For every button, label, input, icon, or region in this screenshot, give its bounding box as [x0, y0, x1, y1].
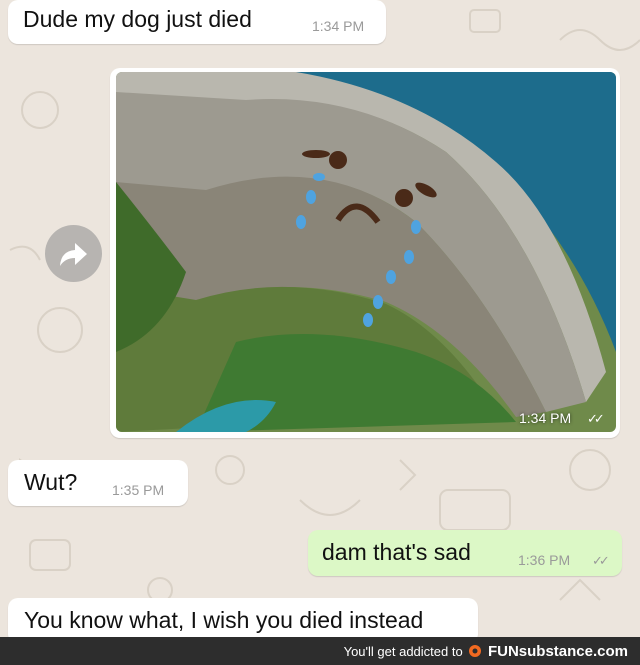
incoming-message-bubble[interactable]: Dude my dog just died 1:34 PM [8, 0, 386, 44]
message-timestamp: 1:35 PM [112, 482, 165, 498]
image-timestamp: 1:34 PM [519, 410, 572, 426]
message-text: Wut? [24, 469, 78, 495]
funsubstance-logo-icon [469, 645, 482, 657]
read-receipt-icon: ✓✓ [592, 553, 610, 568]
message-timestamp: 1:36 PM [518, 552, 571, 568]
forward-button[interactable] [45, 225, 102, 282]
forward-arrow-icon [60, 243, 87, 266]
crying-dam-photo [116, 72, 616, 432]
outgoing-message-bubble[interactable]: dam that's sad 1:36 PM ✓✓ [308, 530, 622, 576]
message-text: dam that's sad [322, 539, 471, 565]
read-receipt-icon: ✓✓ [587, 411, 605, 426]
shared-photo-dam[interactable] [116, 72, 616, 432]
message-text: Dude my dog just died [23, 6, 252, 32]
watermark-brand: FUNsubstance.com [487, 643, 628, 660]
incoming-message-bubble[interactable]: Wut? 1:35 PM [8, 460, 188, 506]
message-text: You know what, I wish you died instead [24, 607, 424, 633]
watermark-footer: You'll get addicted to FUNsubstance.com [0, 637, 640, 665]
message-timestamp: 1:34 PM [312, 18, 365, 34]
watermark-text: You'll get addicted to FUNsubstance.com [344, 643, 628, 660]
watermark-prefix: You'll get addicted to [343, 644, 463, 659]
